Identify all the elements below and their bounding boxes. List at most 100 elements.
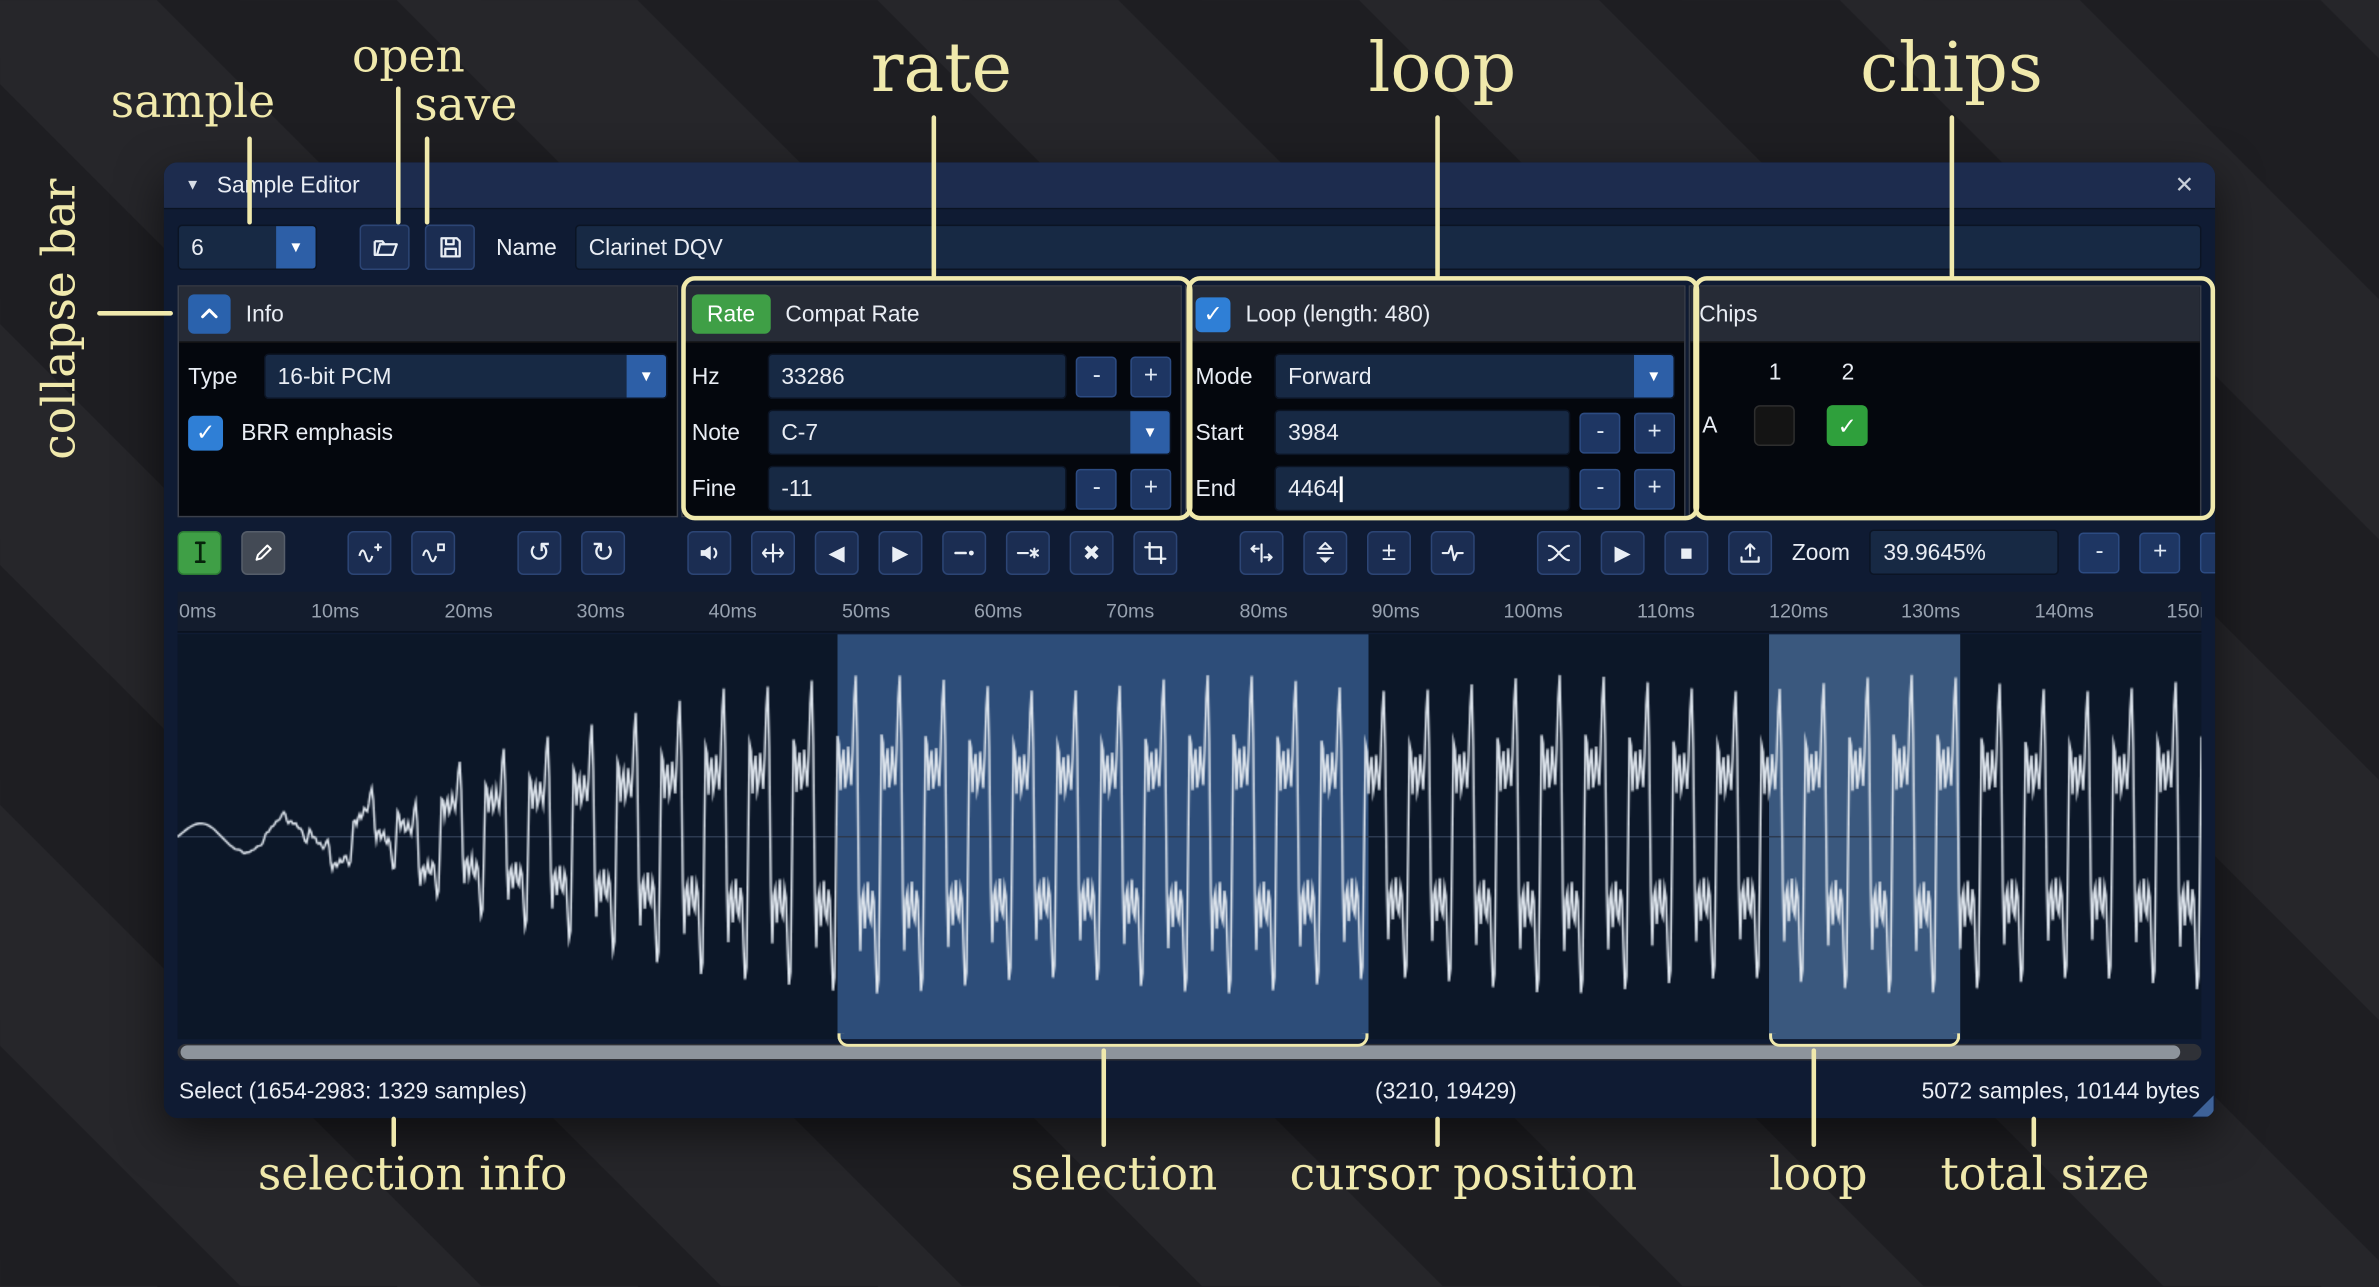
time-ruler[interactable]: 0ms 10ms 20ms 30ms 40ms 50ms 60ms 70ms 8…: [178, 592, 2202, 633]
edit-mode-select-button[interactable]: [178, 530, 222, 574]
amplify-button[interactable]: [687, 530, 731, 574]
loop-panel-title: Loop (length: 480): [1246, 301, 1431, 327]
loop-end-input[interactable]: 4464: [1274, 466, 1569, 512]
annotation-line-save: [425, 137, 429, 225]
invert-button[interactable]: [1303, 530, 1347, 574]
close-icon[interactable]: ✕: [2175, 171, 2194, 198]
preview-button[interactable]: ▶: [1601, 530, 1645, 574]
edit-mode-draw-button[interactable]: [241, 530, 285, 574]
loop-enable-checkbox[interactable]: ✓: [1196, 297, 1231, 332]
annotation-cursor-position: cursor position: [1290, 1149, 1638, 1202]
loop-start-value: 3984: [1288, 420, 1339, 446]
chevron-down-icon[interactable]: ▼: [1130, 411, 1169, 453]
fine-plus-button[interactable]: +: [1131, 468, 1172, 509]
signed-unsigned-button[interactable]: ±: [1367, 530, 1411, 574]
fine-minus-button[interactable]: -: [1076, 468, 1117, 509]
loop-end-value: 4464: [1288, 476, 1339, 502]
hz-minus-button[interactable]: -: [1076, 356, 1117, 397]
zoom-reset-button[interactable]: 100%: [2200, 532, 2215, 573]
scrollbar-thumb[interactable]: [181, 1045, 2181, 1059]
annotation-line-loop: [1435, 115, 1439, 277]
insert-silence-button[interactable]: [942, 530, 986, 574]
chevron-down-icon[interactable]: ▼: [1634, 355, 1673, 397]
resample-button[interactable]: [347, 530, 391, 574]
note-dropdown[interactable]: C-7 ▼: [768, 410, 1172, 456]
chevron-down-icon[interactable]: ▼: [627, 355, 666, 397]
fade-in-icon: ◀: [829, 539, 845, 565]
brr-emphasis-checkbox[interactable]: ✓: [188, 415, 223, 450]
chevron-down-icon[interactable]: ▼: [276, 226, 315, 268]
annotation-total-size: total size: [1940, 1149, 2149, 1202]
create-instrument-button[interactable]: [1728, 530, 1772, 574]
collapse-panel-button[interactable]: [188, 294, 230, 333]
loop-panel: ✓ Loop (length: 480) Mode Forward ▼ Star…: [1185, 285, 1686, 517]
open-button[interactable]: [360, 225, 410, 271]
fade-in-button[interactable]: ◀: [815, 530, 859, 574]
reverse-arrows-icon: [1249, 539, 1275, 565]
reverse-button[interactable]: [1240, 530, 1284, 574]
stop-icon: ■: [1680, 540, 1693, 564]
delete-button[interactable]: ✖: [1070, 530, 1114, 574]
zoom-input[interactable]: 39.9645%: [1870, 530, 2060, 576]
zoom-out-button[interactable]: -: [2079, 532, 2120, 573]
annotation-line-selection-info: [391, 1117, 395, 1147]
chips-panel: Chips 1 2 A ✓: [1689, 285, 2202, 517]
rate-panel-title: Compat Rate: [785, 301, 919, 327]
annotation-selection: selection: [1010, 1149, 1217, 1202]
create-wavetable-button[interactable]: [411, 530, 455, 574]
titlebar[interactable]: ▼ Sample Editor ✕: [164, 162, 2215, 209]
trim-button[interactable]: [1133, 530, 1177, 574]
annotation-line-selection: [1101, 1048, 1105, 1147]
window-collapse-icon[interactable]: ▼: [185, 177, 200, 194]
apply-silence-button[interactable]: [1006, 530, 1050, 574]
rate-mode-button[interactable]: Rate: [692, 294, 770, 333]
redo-button[interactable]: ↻: [581, 530, 625, 574]
loop-start-minus-button[interactable]: -: [1580, 412, 1621, 453]
hz-plus-button[interactable]: +: [1131, 356, 1172, 397]
waveform-display[interactable]: [178, 634, 2202, 1039]
note-value: C-7: [769, 420, 1130, 446]
fine-input[interactable]: -11: [768, 466, 1066, 512]
ruler-tick: 80ms: [1240, 599, 1288, 622]
zoom-value: 39.9645%: [1883, 539, 1986, 565]
hz-input[interactable]: 33286: [768, 354, 1066, 400]
ruler-tick: 60ms: [974, 599, 1022, 622]
loop-start-plus-button[interactable]: +: [1634, 412, 1675, 453]
zoom-in-button[interactable]: +: [2140, 532, 2181, 573]
fade-out-button[interactable]: ▶: [878, 530, 922, 574]
crossfade-loop-button[interactable]: [1537, 530, 1581, 574]
normalize-arrows-icon: [760, 539, 786, 565]
check-icon: ✓: [196, 419, 215, 446]
annotation-bracket-selection: [837, 1033, 1368, 1047]
ruler-tick: 150ms: [2167, 599, 2202, 622]
ruler-tick: 30ms: [577, 599, 625, 622]
annotation-chips: chips: [1860, 27, 2043, 107]
sample-number-dropdown[interactable]: 6 ▼: [178, 225, 318, 271]
undo-button[interactable]: ↺: [517, 530, 561, 574]
wavetable-icon: [420, 539, 446, 565]
type-dropdown[interactable]: 16-bit PCM ▼: [264, 354, 668, 400]
stop-preview-button[interactable]: ■: [1664, 530, 1708, 574]
chip-a-1-checkbox[interactable]: [1754, 405, 1795, 446]
ruler-tick: 140ms: [2035, 599, 2094, 622]
apply-filter-button[interactable]: [1431, 530, 1475, 574]
annotation-bracket-loop: [1769, 1033, 1960, 1047]
save-button[interactable]: [425, 225, 475, 271]
ruler-tick: 100ms: [1504, 599, 1563, 622]
loop-mode-dropdown[interactable]: Forward ▼: [1274, 354, 1675, 400]
loop-start-input[interactable]: 3984: [1274, 410, 1569, 456]
ruler-tick: 40ms: [709, 599, 757, 622]
normalize-button[interactable]: [751, 530, 795, 574]
loop-end-minus-button[interactable]: -: [1580, 468, 1621, 509]
chips-column-2: 2: [1830, 360, 1866, 386]
name-input[interactable]: Clarinet DQV: [575, 225, 2201, 271]
resample-wave-icon: [357, 539, 383, 565]
hz-value: 33286: [781, 363, 844, 389]
zoom-label: Zoom: [1792, 539, 1850, 565]
selection-info-text: Select (1654-2983: 1329 samples): [179, 1079, 527, 1105]
resize-grip[interactable]: [2192, 1095, 2213, 1116]
annotation-save: save: [414, 79, 517, 132]
loop-end-plus-button[interactable]: +: [1634, 468, 1675, 509]
chip-a-2-checkbox[interactable]: ✓: [1827, 405, 1868, 446]
waveform-canvas[interactable]: [178, 634, 2202, 1039]
